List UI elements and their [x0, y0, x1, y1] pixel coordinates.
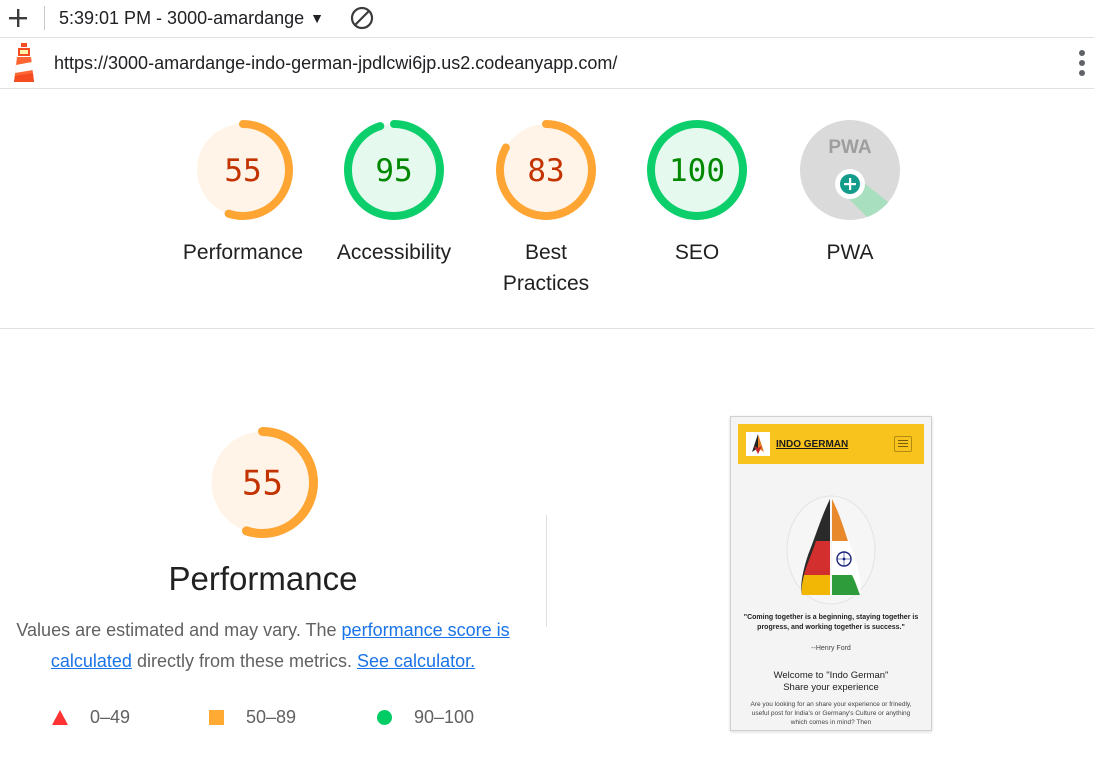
screenshot-welcome-line1: Welcome to "Indo German"	[773, 670, 889, 681]
gauge-performance[interactable]: 55 Performance	[168, 118, 318, 268]
gauge-label: PWA	[826, 241, 874, 264]
screenshot-brand: INDO GERMAN	[776, 438, 849, 450]
gauge-score: 95	[375, 153, 412, 189]
top-toolbar: 5:39:01 PM - 3000-amardange ▼	[0, 0, 1094, 36]
performance-big-score: 55	[242, 464, 283, 504]
legend-average: 50–89	[209, 702, 296, 732]
screenshot-quote-author: --Henry Ford	[811, 645, 851, 652]
page-url[interactable]: https://3000-amardange-indo-german-jpdlc…	[54, 53, 617, 74]
add-report-button[interactable]	[0, 0, 36, 36]
score-scale-legend: 0–49 50–89 90–100	[0, 702, 560, 732]
performance-heading: Performance	[168, 560, 358, 597]
report-url-bar: https://3000-amardange-indo-german-jpdlc…	[0, 37, 1094, 89]
plus-icon	[9, 9, 27, 27]
screenshot-logo-icon	[746, 432, 770, 456]
final-screenshot-thumbnail[interactable]: INDO GERMAN "Coming together is a beginn…	[730, 416, 932, 731]
gauge-best-practices[interactable]: 83 Best Practices	[471, 118, 621, 299]
average-square-icon	[209, 709, 224, 725]
fail-triangle-icon	[52, 709, 68, 725]
category-gauges: 55 Performance 95 Accessibility 83 Best …	[0, 118, 1094, 308]
seo-gauge-ring: 100	[647, 120, 747, 220]
report-selector[interactable]: 5:39:01 PM - 3000-amardange ▼	[59, 8, 324, 29]
screenshot-navbar: INDO GERMAN	[738, 424, 924, 464]
screenshot-welcome: Welcome to "Indo German" Share your expe…	[743, 670, 919, 694]
desc-middle: directly from these metrics.	[131, 651, 358, 671]
gauge-score: 55	[224, 153, 261, 189]
block-icon	[350, 6, 374, 30]
best-practices-gauge-ring: 83	[496, 120, 596, 220]
toolbar-separator	[44, 6, 45, 30]
legend-range: 90–100	[414, 706, 475, 727]
pass-circle-icon	[377, 709, 392, 725]
gauge-score: 83	[527, 153, 564, 189]
legend-pass: 90–100	[377, 702, 474, 732]
praying-hands-icon	[752, 434, 764, 454]
report-selector-label: 5:39:01 PM - 3000-amardange	[59, 7, 305, 28]
accessibility-gauge-ring: 95	[344, 120, 444, 220]
dropdown-caret-icon: ▼	[310, 10, 325, 26]
performance-gauge-ring: 55	[193, 120, 293, 220]
gauge-score: 100	[669, 153, 725, 189]
vertical-separator	[546, 515, 547, 627]
performance-score-gauge: 55	[207, 427, 318, 538]
gauge-label: SEO	[674, 241, 720, 264]
hamburger-menu-icon	[894, 436, 912, 452]
section-divider	[0, 328, 1094, 329]
clear-all-button[interactable]	[348, 4, 376, 32]
legend-range: 50–89	[246, 706, 297, 727]
gauge-label: Accessibility	[336, 241, 452, 264]
desc-prefix: Values are estimated and may vary. The	[16, 620, 342, 640]
gauge-label: Best Practices	[502, 241, 590, 295]
screenshot-welcome-line2: Share your experience	[783, 682, 879, 693]
see-calculator-link[interactable]: See calculator.	[357, 651, 475, 671]
screenshot-quote: "Coming together is a beginning, staying…	[743, 614, 919, 631]
performance-description: Values are estimated and may vary. The p…	[8, 615, 518, 677]
screenshot-body-text: Are you looking for an share your experi…	[750, 701, 912, 726]
gauge-seo[interactable]: 100 SEO	[622, 118, 772, 268]
pwa-badge-text: PWA	[828, 137, 872, 158]
legend-range: 0–49	[90, 706, 131, 727]
gauge-label: Performance	[182, 241, 304, 264]
pwa-badge-icon: PWA	[800, 120, 900, 220]
lighthouse-logo-icon	[14, 43, 34, 82]
gauge-pwa[interactable]: PWA PWA	[775, 118, 925, 268]
legend-fail: 0–49	[52, 702, 130, 732]
praying-hands-flags-image	[786, 495, 876, 605]
more-options-icon[interactable]	[1076, 48, 1088, 78]
gauge-accessibility[interactable]: 95 Accessibility	[319, 118, 469, 268]
